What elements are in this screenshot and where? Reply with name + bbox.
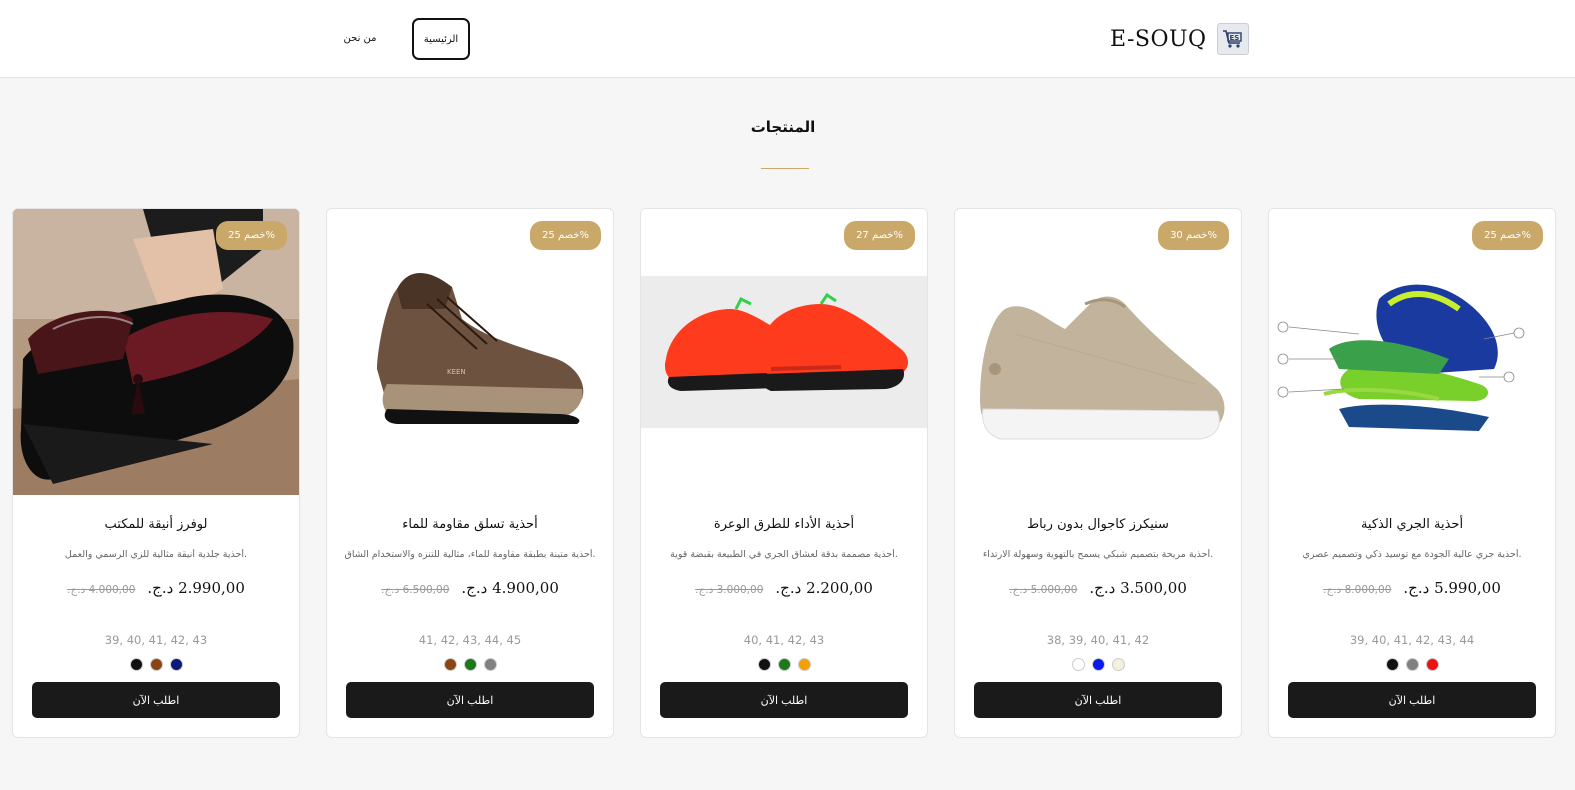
title-underline xyxy=(761,168,809,169)
product-name[interactable]: لوفرز أنيقة للمكتب xyxy=(13,517,299,532)
es-cart-logo-icon: ES xyxy=(1216,23,1249,55)
product-card: خصم 27% أحذية الأداء للطرق الوعرة أحذية … xyxy=(640,208,928,738)
original-price: 3.000,00 د.ج. xyxy=(695,584,764,596)
color-swatch[interactable] xyxy=(483,658,497,671)
color-swatch[interactable] xyxy=(169,658,183,671)
product-description: أحذية جلدية أنيقة مثالية للزي الرسمي وال… xyxy=(64,549,248,560)
order-now-button[interactable]: اطلب الآن xyxy=(974,682,1222,718)
available-sizes: 38, 39, 40, 41, 42 xyxy=(1046,633,1150,647)
order-now-button[interactable]: اطلب الآن xyxy=(1288,682,1536,718)
discount-badge: خصم 25% xyxy=(216,221,287,250)
product-name[interactable]: أحذية الجري الذكية xyxy=(1269,517,1555,532)
price-row: 2.200,00 د.ج. 3.000,00 د.ج. xyxy=(641,579,927,597)
color-swatch[interactable] xyxy=(1111,658,1125,671)
available-sizes: 41, 42, 43, 44, 45 xyxy=(418,633,522,647)
product-card: خصم 30% سنيكرز كاجوال بدون رباط أحذية مر… xyxy=(954,208,1242,738)
discount-badge: خصم 25% xyxy=(530,221,601,250)
color-swatches xyxy=(1269,658,1555,671)
current-price: 3.500,00 د.ج. xyxy=(1089,579,1187,597)
product-image[interactable]: KEEN xyxy=(327,209,613,495)
product-card: خصم 25% أحذية الجري الذكية أحذية جري عال… xyxy=(1268,208,1556,738)
color-swatch[interactable] xyxy=(797,658,811,671)
product-card: خصم 25% لوفرز أنيقة للمكتب أحذية جلدية أ… xyxy=(12,208,300,738)
discount-badge: خصم 27% xyxy=(844,221,915,250)
price-row: 3.500,00 د.ج. 5.000,00 د.ج. xyxy=(955,579,1241,597)
current-price: 5.990,00 د.ج. xyxy=(1403,579,1501,597)
product-description: أحذية مصممة بدقة لعشاق الجري في الطبيعة … xyxy=(670,549,898,560)
section-title: المنتجات xyxy=(750,118,816,136)
product-image[interactable] xyxy=(13,209,299,495)
site-header: E-SOUQ ES الرئيسية من نحن xyxy=(0,0,1575,78)
order-now-button[interactable]: اطلب الآن xyxy=(660,682,908,718)
product-name[interactable]: سنيكرز كاجوال بدون رباط xyxy=(955,517,1241,532)
product-name[interactable]: أحذية الأداء للطرق الوعرة xyxy=(641,517,927,532)
color-swatch[interactable] xyxy=(149,658,163,671)
product-description: أحذية مريحة بتصميم شبكي يسمح بالتهوية وس… xyxy=(982,549,1214,560)
product-description: أحذية متينة بطبقة مقاومة للماء، مثالية ل… xyxy=(344,549,596,560)
color-swatch[interactable] xyxy=(129,658,143,671)
color-swatches xyxy=(955,658,1241,671)
color-swatches xyxy=(641,658,927,671)
color-swatches xyxy=(13,658,299,671)
color-swatch[interactable] xyxy=(1091,658,1105,671)
nav-about[interactable]: من نحن xyxy=(336,28,384,48)
current-price: 2.990,00 د.ج. xyxy=(147,579,245,597)
original-price: 4.000,00 د.ج. xyxy=(67,584,136,596)
svg-text:ES: ES xyxy=(1229,34,1239,42)
order-now-button[interactable]: اطلب الآن xyxy=(346,682,594,718)
color-swatch[interactable] xyxy=(443,658,457,671)
brand-name: E-SOUQ xyxy=(1110,26,1207,52)
discount-badge: خصم 30% xyxy=(1158,221,1229,250)
product-image[interactable] xyxy=(641,209,927,495)
color-swatch[interactable] xyxy=(1405,658,1419,671)
color-swatch[interactable] xyxy=(777,658,791,671)
discount-badge: خصم 25% xyxy=(1472,221,1543,250)
available-sizes: 39, 40, 41, 42, 43, 44 xyxy=(1349,633,1475,647)
price-row: 2.990,00 د.ج. 4.000,00 د.ج. xyxy=(13,579,299,597)
available-sizes: 39, 40, 41, 42, 43 xyxy=(104,633,208,647)
color-swatch[interactable] xyxy=(1071,658,1085,671)
brand-logo[interactable]: E-SOUQ ES xyxy=(1110,22,1249,56)
current-price: 4.900,00 د.ج. xyxy=(461,579,559,597)
product-image[interactable] xyxy=(955,209,1241,495)
nav-home[interactable]: الرئيسية xyxy=(412,18,470,60)
price-row: 4.900,00 د.ج. 6.500,00 د.ج. xyxy=(327,579,613,597)
order-now-button[interactable]: اطلب الآن xyxy=(32,682,280,718)
product-image[interactable] xyxy=(1269,209,1555,495)
svg-text:KEEN: KEEN xyxy=(447,368,466,376)
product-name[interactable]: أحذية تسلق مقاومة للماء xyxy=(327,517,613,532)
product-card: KEEN خصم 25% أحذية تسلق مقاومة للماء أحذ… xyxy=(326,208,614,738)
current-price: 2.200,00 د.ج. xyxy=(775,579,873,597)
available-sizes: 40, 41, 42, 43 xyxy=(743,633,825,647)
original-price: 6.500,00 د.ج. xyxy=(381,584,450,596)
color-swatch[interactable] xyxy=(757,658,771,671)
product-description: أحذية جري عالية الجودة مع توسيد ذكي وتصم… xyxy=(1302,549,1522,560)
color-swatches xyxy=(327,658,613,671)
original-price: 8.000,00 د.ج. xyxy=(1323,584,1392,596)
price-row: 5.990,00 د.ج. 8.000,00 د.ج. xyxy=(1269,579,1555,597)
color-swatch[interactable] xyxy=(1425,658,1439,671)
color-swatch[interactable] xyxy=(1385,658,1399,671)
original-price: 5.000,00 د.ج. xyxy=(1009,584,1078,596)
color-swatch[interactable] xyxy=(463,658,477,671)
